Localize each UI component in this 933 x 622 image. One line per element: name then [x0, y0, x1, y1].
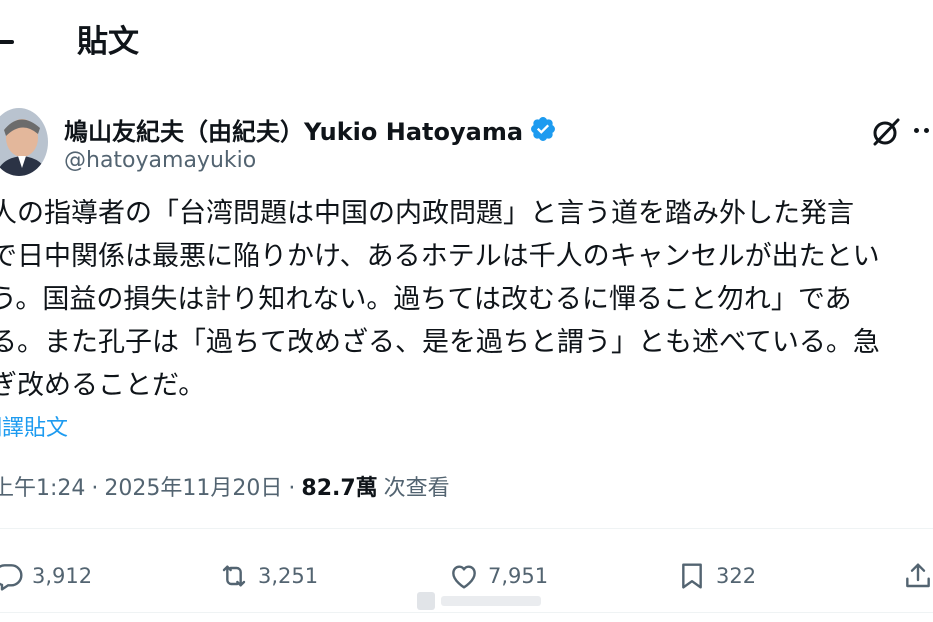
tweet-text: 人の指導者の「台湾問題は中国の内政問題」と言う道を踏み外した発言 で日中関係は最…	[0, 192, 933, 407]
meta-separator: ·	[91, 476, 99, 501]
like-count: 7,951	[488, 564, 549, 588]
tweet-text-line: で日中関係は最悪に陥りかけ、あるホテルは千人のキャンセルが出たとい	[0, 241, 880, 272]
tweet-text-line: ぎ改めることだ。	[0, 370, 206, 401]
tweet-text-line: る。また孔子は「過ちて改めざる、是を過ちと謂う」とも述べている。急	[0, 327, 880, 358]
reply-button[interactable]: 3,912	[0, 558, 92, 594]
author-row: 鳩山友紀夫（由紀夫）Yukio Hatoyama @hatoyamayukio	[0, 104, 933, 180]
tweet-meta: 上午1:24 · 2025年11月20日 · 82.7萬 次查看	[0, 470, 450, 504]
grok-icon[interactable]	[870, 116, 902, 148]
view-count-label: 次查看	[383, 476, 450, 501]
retweet-count: 3,251	[258, 564, 319, 588]
post-date[interactable]: 2025年11月20日	[104, 470, 282, 502]
more-options-icon[interactable]	[914, 128, 933, 133]
divider	[0, 528, 933, 529]
watermark	[415, 586, 547, 616]
display-name[interactable]: 鳩山友紀夫（由紀夫）Yukio Hatoyama	[64, 112, 523, 147]
bookmark-icon	[682, 563, 702, 589]
reply-icon	[0, 564, 23, 591]
tweet-text-line: 人の指導者の「台湾問題は中国の内政問題」と言う道を踏み外した発言	[0, 198, 854, 229]
meta-separator: ·	[288, 476, 296, 501]
user-handle[interactable]: @hatoyamayukio	[64, 148, 256, 173]
avatar-image	[0, 108, 48, 176]
retweet-button[interactable]: 3,251	[218, 558, 318, 594]
bookmark-count: 322	[716, 564, 757, 588]
translate-post-link[interactable]: 翻譯貼文	[0, 410, 68, 442]
post-time[interactable]: 上午1:24	[0, 470, 85, 502]
verified-badge-icon	[529, 115, 557, 143]
display-name-row: 鳩山友紀夫（由紀夫）Yukio Hatoyama	[64, 112, 557, 146]
share-button[interactable]	[902, 558, 933, 594]
retweet-icon	[222, 565, 246, 587]
back-arrow-icon[interactable]	[0, 40, 14, 44]
tweet-text-line: う。国益の損失は計り知れない。過ちては改むるに憚ること勿れ」であ	[0, 284, 852, 315]
bookmark-button[interactable]: 322	[676, 558, 756, 594]
avatar[interactable]	[0, 108, 48, 176]
page-title: 貼文	[77, 24, 139, 60]
top-bar: 貼文	[0, 0, 933, 88]
share-icon	[906, 563, 930, 588]
reply-count: 3,912	[32, 564, 93, 588]
view-count: 82.7萬	[301, 476, 378, 501]
